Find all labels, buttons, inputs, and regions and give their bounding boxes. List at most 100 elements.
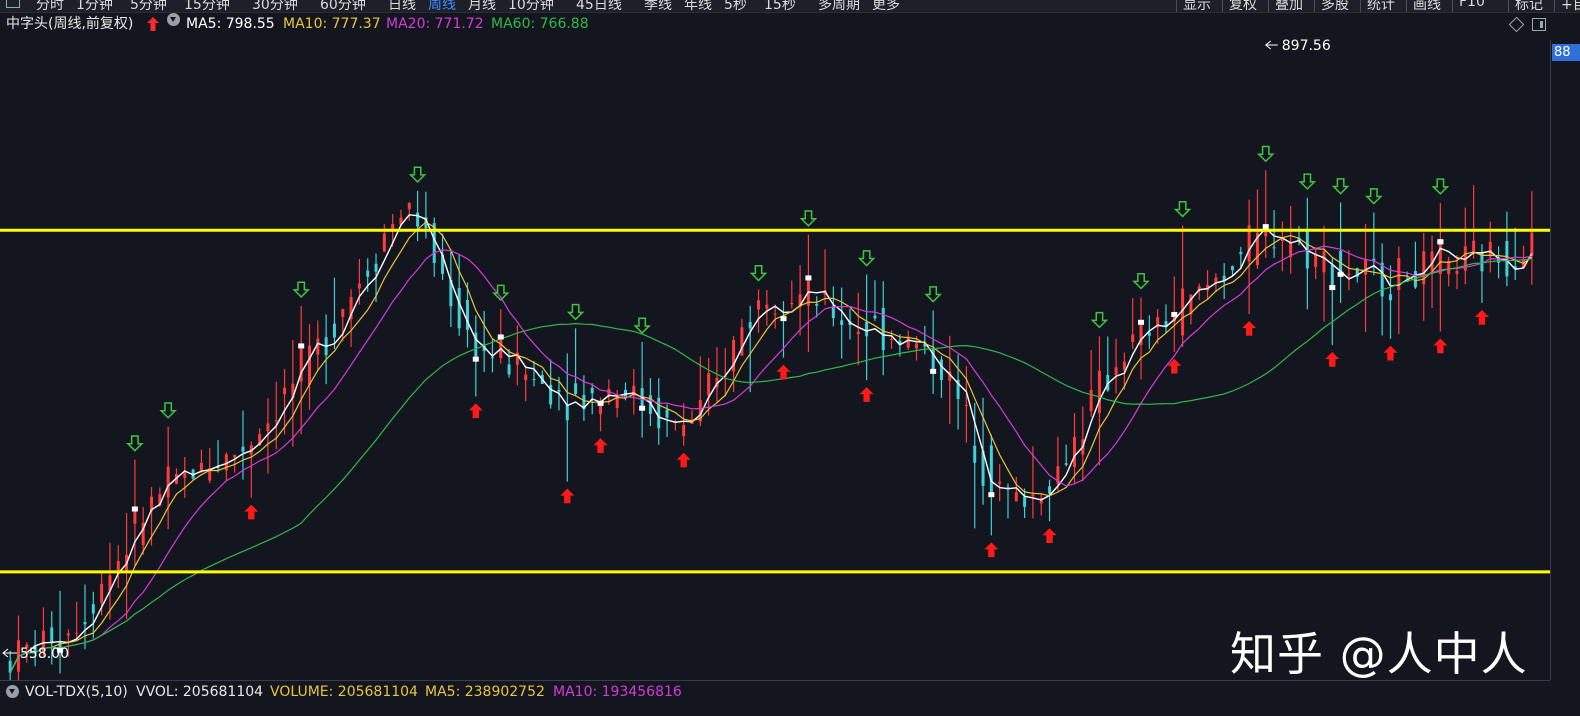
candle-body [1230,266,1234,271]
candle-body [590,387,594,394]
candle-body [457,288,461,329]
toolbar-separator [1508,0,1509,12]
candle-body [66,633,70,636]
toolbar-separator [1268,0,1269,12]
period-tab-6[interactable]: 日线 [388,0,416,12]
period-tab-4[interactable]: 30分钟 [252,0,298,12]
toolbar-separator [1176,0,1177,12]
candle-body [1023,496,1027,508]
volume-dropdown-icon[interactable] [6,685,19,698]
candle-body [1488,241,1492,257]
period-tab-0[interactable]: 分时 [36,0,64,12]
volume-indicator-bar: VOL-TDX(5,10) VVOL: 205681104 VOLUME: 20… [0,680,1550,703]
candle-body [757,300,761,310]
volume-ma10: MA10: 193456816 [553,684,682,700]
toolbar-menu-5[interactable]: 画线 [1413,0,1441,12]
sell-signal-arrow [924,286,942,303]
candle-body [1364,258,1368,275]
candle-body [815,304,819,306]
toolbar-menu-1[interactable]: 复权 [1229,0,1257,12]
candle-body [973,445,977,463]
period-tab-7[interactable]: 周线 [428,0,456,12]
legend-ma60: MA60: 766.88 [491,16,589,32]
toolbar-menu-0[interactable]: 显示 [1183,0,1211,12]
period-tab-8[interactable]: 月线 [468,0,496,12]
period-tab-16[interactable]: 更多 [872,0,900,12]
sell-signal-arrow [566,303,585,321]
low-price-label: 558.00 [20,646,69,662]
period-tab-3[interactable]: 15分钟 [184,0,230,12]
window-icon[interactable] [6,0,20,8]
candle-body [1388,294,1392,301]
settings-dropdown-icon[interactable] [167,13,180,26]
sell-signal-arrow [1256,145,1275,163]
candle-body [964,404,968,406]
buy-signal-arrow [1242,321,1257,336]
period-tab-10[interactable]: 45日线 [576,0,622,12]
sell-signal-arrow [1090,311,1109,329]
high-price-label: 897.56 [1282,38,1331,54]
candle-body [332,323,336,338]
volume-value: VOLUME: 205681104 [270,684,418,700]
candle-body [233,454,237,458]
signal-marker [1262,224,1269,230]
toolbar-menu-6[interactable]: F10 [1459,0,1485,10]
period-tab-13[interactable]: 5秒 [724,0,747,12]
panel-layout-icon[interactable] [1532,18,1546,31]
candle-body [382,233,386,252]
toolbar-menu-7[interactable]: 标记 [1515,0,1543,12]
signal-marker [1138,319,1145,325]
period-tab-15[interactable]: 多周期 [818,0,860,12]
signal-marker [131,506,138,512]
period-tab-14[interactable]: 15秒 [764,0,796,12]
ma5-line [9,214,1533,673]
toolbar-separator [1406,0,1407,12]
candle-body [465,300,469,330]
candle-body [1064,463,1068,465]
period-tab-1[interactable]: 1分钟 [76,0,113,12]
signal-marker [597,400,604,406]
candle-body [1314,253,1318,267]
candle-body [856,331,860,335]
sell-signal-arrow [857,250,876,267]
candle-body [1114,367,1118,375]
toolbar-separator [1554,0,1555,12]
toolbar-menu-8[interactable]: +自选 [1561,0,1580,12]
signal-marker [497,334,504,340]
candle-body [407,202,411,210]
signal-marker [1337,271,1344,277]
period-tab-9[interactable]: 10分钟 [508,0,554,12]
candle-body [1031,494,1035,497]
buy-signal-arrow [1042,528,1057,543]
toolbar-menu-2[interactable]: 叠加 [1275,0,1303,12]
buy-signal-arrow [984,542,999,558]
candle-body [998,481,1002,484]
volume-vvol: VVOL: 205681104 [136,684,264,700]
candle-body [840,320,844,325]
candle-body [1455,270,1459,274]
candle-body [75,632,79,634]
sell-signal-arrow [159,402,177,419]
candlestick-chart[interactable]: 897.56 558.00 [0,35,1550,680]
period-tab-11[interactable]: 季线 [644,0,672,12]
candle-body [765,304,769,309]
candle-body [1322,251,1326,273]
toolbar-separator [1222,0,1223,12]
period-tab-12[interactable]: 年线 [684,0,712,12]
toolbar-menu-3[interactable]: 多股 [1321,0,1349,12]
period-tab-5[interactable]: 60分钟 [320,0,366,12]
ma60-line [9,258,1532,673]
ma-legend: 中字头(周线,前复权) MA5: 798.55 MA10: 777.37 MA2… [0,13,1550,35]
buy-signal-arrow [1167,358,1182,374]
signal-marker [1329,285,1336,291]
sell-signal-arrow [749,264,768,282]
period-tab-2[interactable]: 5分钟 [130,0,167,12]
sell-signal-arrow [799,210,818,227]
signal-marker [472,356,479,362]
candle-body [748,321,752,329]
buy-signal-arrow [1433,338,1448,354]
candle-body [283,387,287,395]
toolbar-menu-4[interactable]: 统计 [1367,0,1395,12]
candle-body [274,420,278,422]
sell-signal-arrow [1173,201,1192,218]
